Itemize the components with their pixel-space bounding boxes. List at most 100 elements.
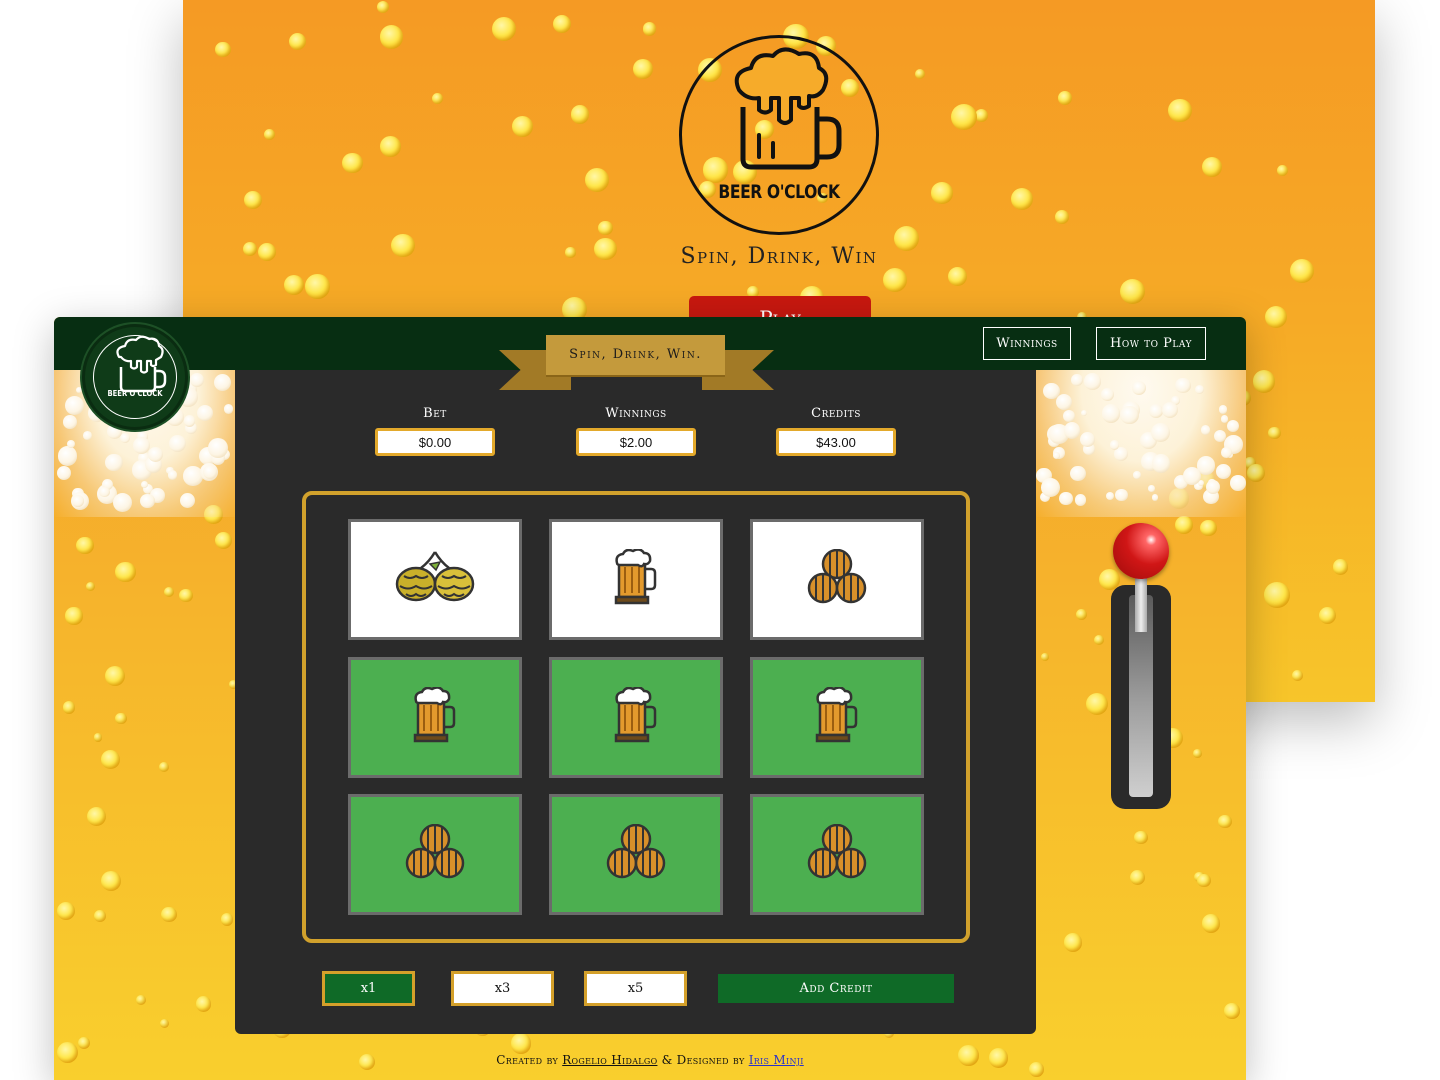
bubble	[196, 996, 212, 1012]
reel-cell	[750, 794, 924, 915]
banner-title: Spin, Drink, Win.	[546, 335, 725, 375]
designer-link[interactable]: Iris Minji	[749, 1053, 804, 1067]
foam-bubble	[66, 439, 75, 448]
barrels-icon	[807, 823, 867, 885]
add-credit-button[interactable]: Add Credit	[718, 974, 954, 1003]
foam-bubble	[1041, 477, 1060, 497]
bubble	[1276, 164, 1288, 177]
bubble	[1054, 210, 1069, 224]
foam-bubble	[1221, 447, 1232, 458]
bubble	[65, 607, 83, 625]
foam-bubble	[1071, 373, 1084, 386]
bubble	[915, 68, 926, 79]
bubble	[220, 913, 234, 926]
bubble	[491, 16, 517, 41]
footer-designed-by: & Designed by	[661, 1053, 745, 1067]
header-logo-text: BEER O'CLOCK	[107, 389, 163, 398]
bet-multiplier-x3-button[interactable]: x3	[451, 971, 554, 1006]
bubble	[1264, 582, 1290, 608]
beer-mug-logo-icon	[734, 47, 842, 170]
foam-bubble	[179, 492, 195, 508]
foam-bubble	[72, 495, 84, 507]
beer-mug-icon	[814, 686, 860, 748]
foam-bubble	[63, 415, 77, 429]
foam-bubble	[1148, 485, 1155, 492]
foam-bubble	[1149, 404, 1163, 418]
bubble	[1129, 869, 1146, 886]
bubble	[1201, 156, 1223, 178]
bubble	[86, 806, 106, 827]
bubble	[1264, 305, 1287, 328]
bubble	[1200, 519, 1217, 537]
bubble	[288, 32, 307, 50]
reel-cell	[750, 519, 924, 640]
bubble	[1201, 913, 1221, 933]
bubble	[100, 871, 122, 892]
header-logo[interactable]: BEER O'CLOCK	[82, 324, 188, 430]
bubble	[1134, 830, 1148, 844]
bet-multiplier-x5-button[interactable]: x5	[584, 971, 687, 1006]
bubble	[215, 531, 233, 549]
reel-cell	[750, 657, 924, 778]
nav-winnings-button[interactable]: Winnings	[983, 327, 1071, 360]
bubble	[1268, 426, 1281, 440]
bubble	[633, 59, 654, 80]
bubble	[1223, 1003, 1240, 1019]
foam-bubble	[57, 446, 78, 466]
foam-bubble	[1069, 465, 1086, 482]
bubble	[159, 1018, 170, 1029]
foam-bubble	[1215, 464, 1231, 480]
bubble	[86, 581, 96, 591]
landing-tagline: Spin, Drink, Win	[680, 244, 878, 269]
credits-value: $43.00	[776, 428, 896, 456]
bubble	[101, 749, 121, 769]
bubble	[598, 220, 613, 236]
bubble	[179, 588, 193, 603]
bubble	[263, 128, 276, 140]
foam-bubble	[1206, 479, 1221, 494]
nav-how-to-play-button[interactable]: How to Play	[1096, 327, 1206, 360]
bubble	[94, 910, 107, 922]
foam-bubble	[223, 403, 234, 414]
lever-stem	[1135, 572, 1147, 632]
bubble	[552, 14, 571, 34]
bet-multiplier-x1-button[interactable]: x1	[322, 971, 415, 1006]
barrels-icon	[807, 548, 867, 610]
bubble	[159, 761, 170, 772]
bubble	[642, 21, 657, 36]
bubble	[431, 92, 443, 104]
bubble	[93, 733, 103, 743]
bubble	[570, 104, 590, 124]
spin-lever-knob[interactable]	[1113, 523, 1169, 579]
bubble	[1318, 606, 1337, 624]
beer-mug-icon	[116, 335, 167, 393]
foam-bubble	[1079, 431, 1096, 447]
creator-link[interactable]: Rogelio Hidalgo	[562, 1053, 657, 1067]
bubble	[1218, 814, 1232, 829]
foam-bubble	[1084, 373, 1101, 390]
bubble	[1252, 370, 1276, 393]
foam-bubble	[1227, 419, 1240, 432]
foam-bubble	[140, 480, 148, 488]
bubble	[215, 41, 231, 57]
foam-bubble	[1182, 467, 1201, 486]
reel-cell	[348, 519, 522, 640]
bubble	[62, 701, 76, 714]
winnings-label: Winnings	[605, 406, 667, 421]
foam-bubble	[1151, 454, 1171, 473]
bubble	[1247, 463, 1266, 482]
foam-bubble	[196, 404, 213, 421]
bubble	[511, 116, 533, 137]
barrels-icon	[405, 823, 465, 885]
hops-icon	[392, 546, 478, 613]
foam-bubble	[1080, 409, 1087, 417]
foam-bubble	[183, 415, 195, 427]
bubble	[136, 994, 147, 1005]
barrels-icon	[606, 823, 666, 885]
bubble	[1094, 634, 1105, 645]
foam-bubble	[99, 486, 110, 497]
foam-bubble	[1058, 491, 1073, 506]
bubble	[78, 1037, 91, 1050]
bubble	[164, 587, 175, 598]
bubble	[244, 191, 262, 210]
